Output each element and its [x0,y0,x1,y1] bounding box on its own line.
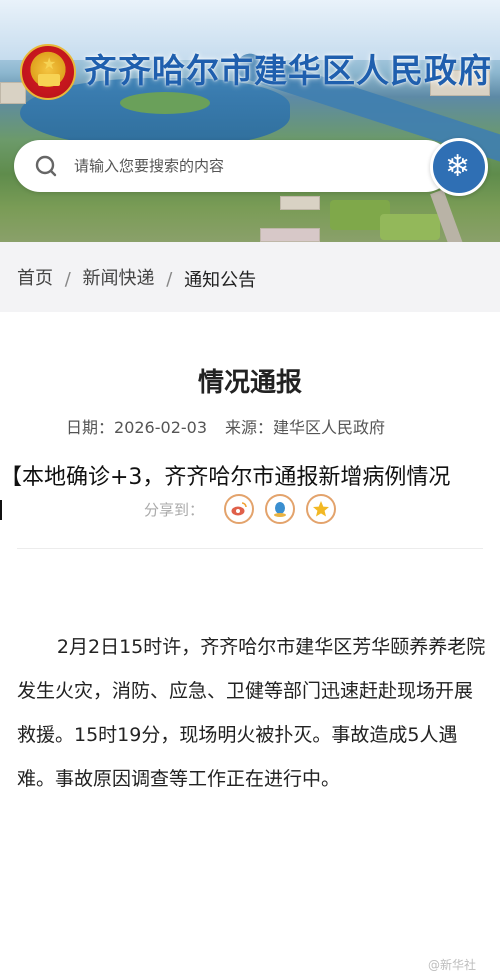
overlay-headline: 【本地确诊+3，齐齐哈尔市通报新增病例情况 [0,465,451,490]
breadcrumb-current[interactable]: 通知公告 [184,270,256,291]
breadcrumb-home[interactable]: 首页 [17,268,53,289]
site-title[interactable]: 齐齐哈尔市建华区人民政府 [84,44,491,90]
article-paragraph: 2月2日15时许，齐齐哈尔市建华区芳华颐养养老院发生火灾，消防、应急、卫健等部门… [17,636,486,790]
date-label: 日期： [66,418,115,437]
qq-icon[interactable] [265,494,295,524]
snowflake-logo-icon[interactable]: ❄ [430,138,488,196]
article-source: 建华区人民政府 [273,418,386,437]
banner-building [0,82,26,104]
text-cursor [0,500,2,520]
banner-field [380,214,440,240]
search-icon [35,155,57,177]
banner-building [280,196,320,210]
article-body: 2月2日15时许，齐齐哈尔市建华区芳华颐养养老院发生火灾，消防、应急、卫健等部门… [17,625,487,801]
breadcrumb-separator: / [64,268,71,290]
article-title: 情况通报 [197,368,302,398]
breadcrumb-separator: / [166,268,173,290]
share-label: 分享到： [144,501,205,519]
article-date: 2026-02-03 [114,418,207,437]
header-banner [0,0,500,242]
divider [17,548,483,549]
watermark: @新华社 [428,958,477,972]
source-label: 来源： [225,418,274,437]
search-placeholder: 请输入您要搜索的内容 [74,157,225,175]
qzone-star-icon[interactable] [306,494,336,524]
breadcrumb-news[interactable]: 新闻快递 [83,268,155,289]
article-meta: 日期：2026-02-03 来源：建华区人民政府 [66,414,385,438]
search-input[interactable]: 请输入您要搜索的内容 [14,140,452,192]
share-bar: 分享到： [144,494,344,524]
national-emblem-icon: ★ [20,44,76,100]
banner-building [260,228,320,242]
weibo-icon[interactable] [224,494,254,524]
banner-island [120,92,210,114]
breadcrumb: 首页 / 新闻快递 / 通知公告 [0,242,500,312]
